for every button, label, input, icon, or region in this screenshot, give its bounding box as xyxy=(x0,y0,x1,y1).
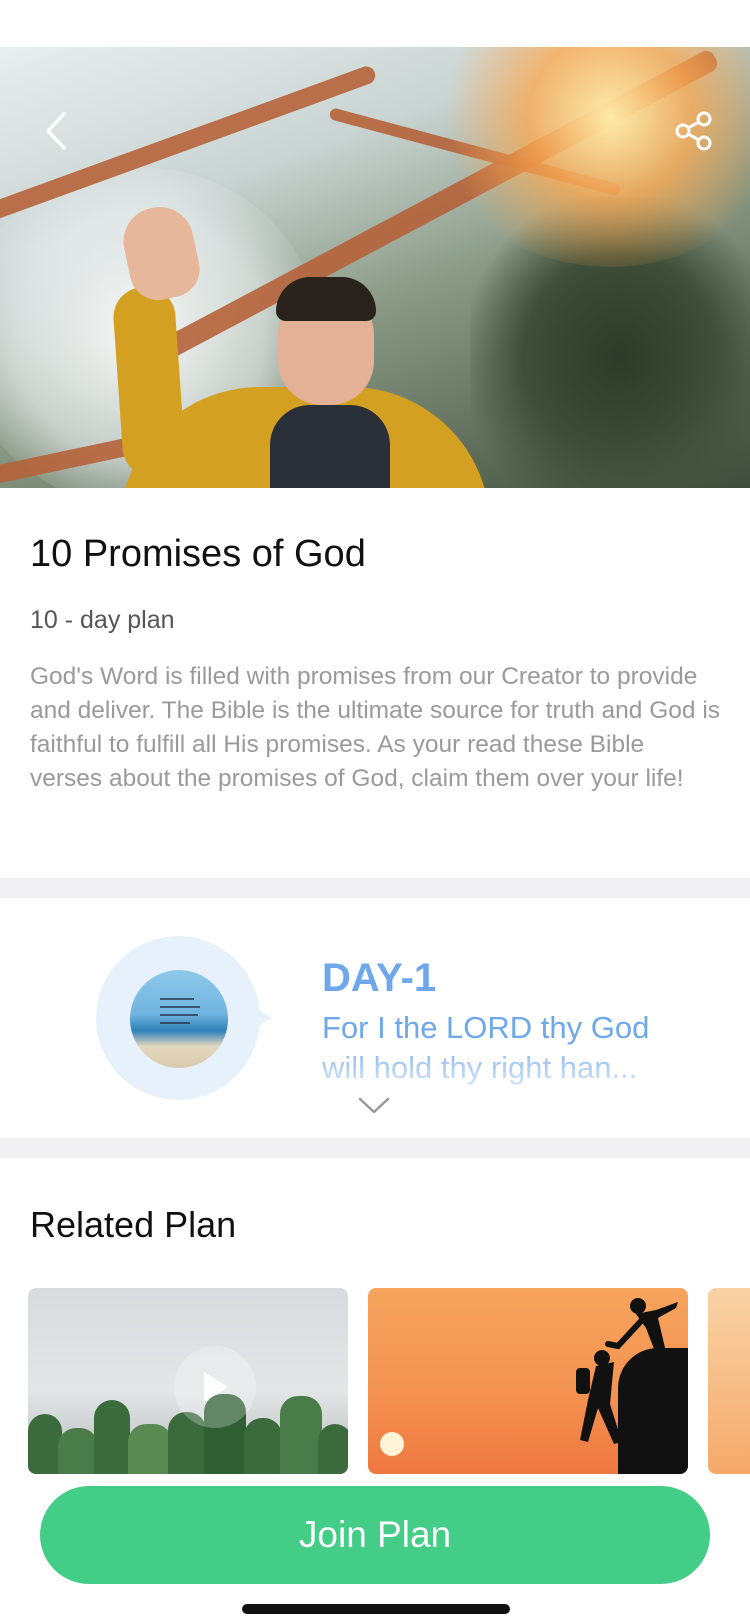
share-button[interactable] xyxy=(666,103,722,159)
related-plan-card[interactable] xyxy=(368,1288,688,1474)
play-icon xyxy=(204,1372,228,1402)
worshipper-figure xyxy=(110,187,490,488)
section-divider xyxy=(0,878,750,898)
related-plan-card[interactable] xyxy=(708,1288,750,1474)
related-plan-list[interactable] xyxy=(0,1288,750,1474)
share-icon xyxy=(675,111,712,151)
day-preview-card[interactable]: DAY-1 For I the LORD thy God will hold t… xyxy=(0,898,750,1138)
play-button[interactable] xyxy=(174,1346,256,1428)
related-plan-title: Related Plan xyxy=(30,1204,237,1245)
join-plan-button[interactable]: Join Plan xyxy=(40,1486,710,1584)
hero-image xyxy=(0,47,750,488)
plan-description: God's Word is filled with promises from … xyxy=(30,663,721,792)
back-button[interactable] xyxy=(28,103,84,159)
home-indicator xyxy=(242,1604,510,1614)
section-divider xyxy=(0,1138,750,1158)
climbers-silhouette-icon xyxy=(576,1298,678,1444)
expand-button[interactable] xyxy=(356,1094,392,1118)
chevron-down-icon xyxy=(358,1097,390,1114)
day-label: DAY-1 xyxy=(322,956,437,1000)
chevron-left-icon xyxy=(46,112,66,150)
related-plan-card[interactable] xyxy=(28,1288,348,1474)
plan-duration: 10 - day plan xyxy=(30,606,175,634)
day-thumbnail xyxy=(130,970,228,1068)
plan-title: 10 Promises of God xyxy=(30,533,366,575)
